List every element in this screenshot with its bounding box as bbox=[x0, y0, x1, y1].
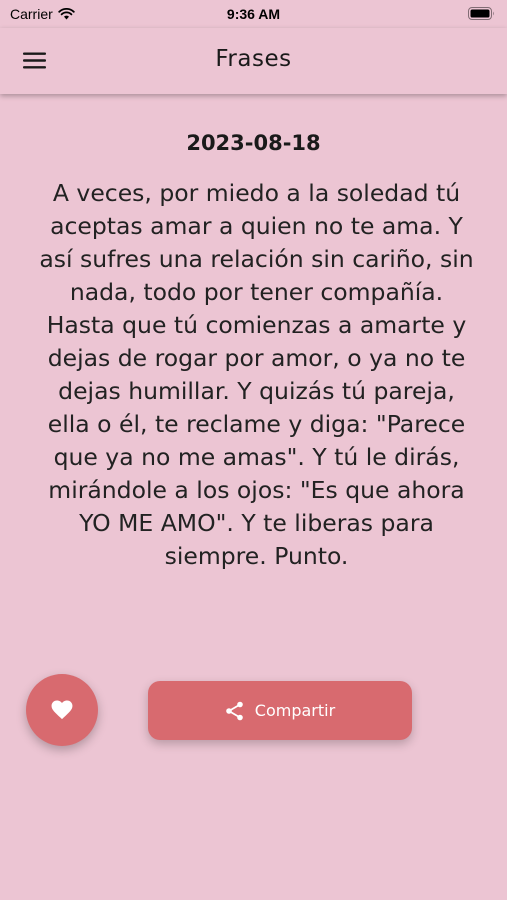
heart-icon bbox=[51, 700, 73, 720]
status-bar: Carrier 9:36 AM bbox=[0, 0, 507, 28]
app-bar: Frases bbox=[0, 28, 507, 94]
quote-date: 2023-08-18 bbox=[186, 131, 321, 155]
share-icon bbox=[225, 701, 243, 720]
status-time: 9:36 AM bbox=[226, 6, 281, 22]
battery-icon bbox=[468, 7, 495, 23]
quote-text: A veces, por miedo a la soledad tú acept… bbox=[39, 179, 474, 570]
share-button[interactable]: Compartir bbox=[148, 681, 412, 740]
page-title: Frases bbox=[215, 46, 292, 72]
share-button-label: Compartir bbox=[254, 701, 336, 720]
favorite-button[interactable] bbox=[26, 674, 98, 746]
